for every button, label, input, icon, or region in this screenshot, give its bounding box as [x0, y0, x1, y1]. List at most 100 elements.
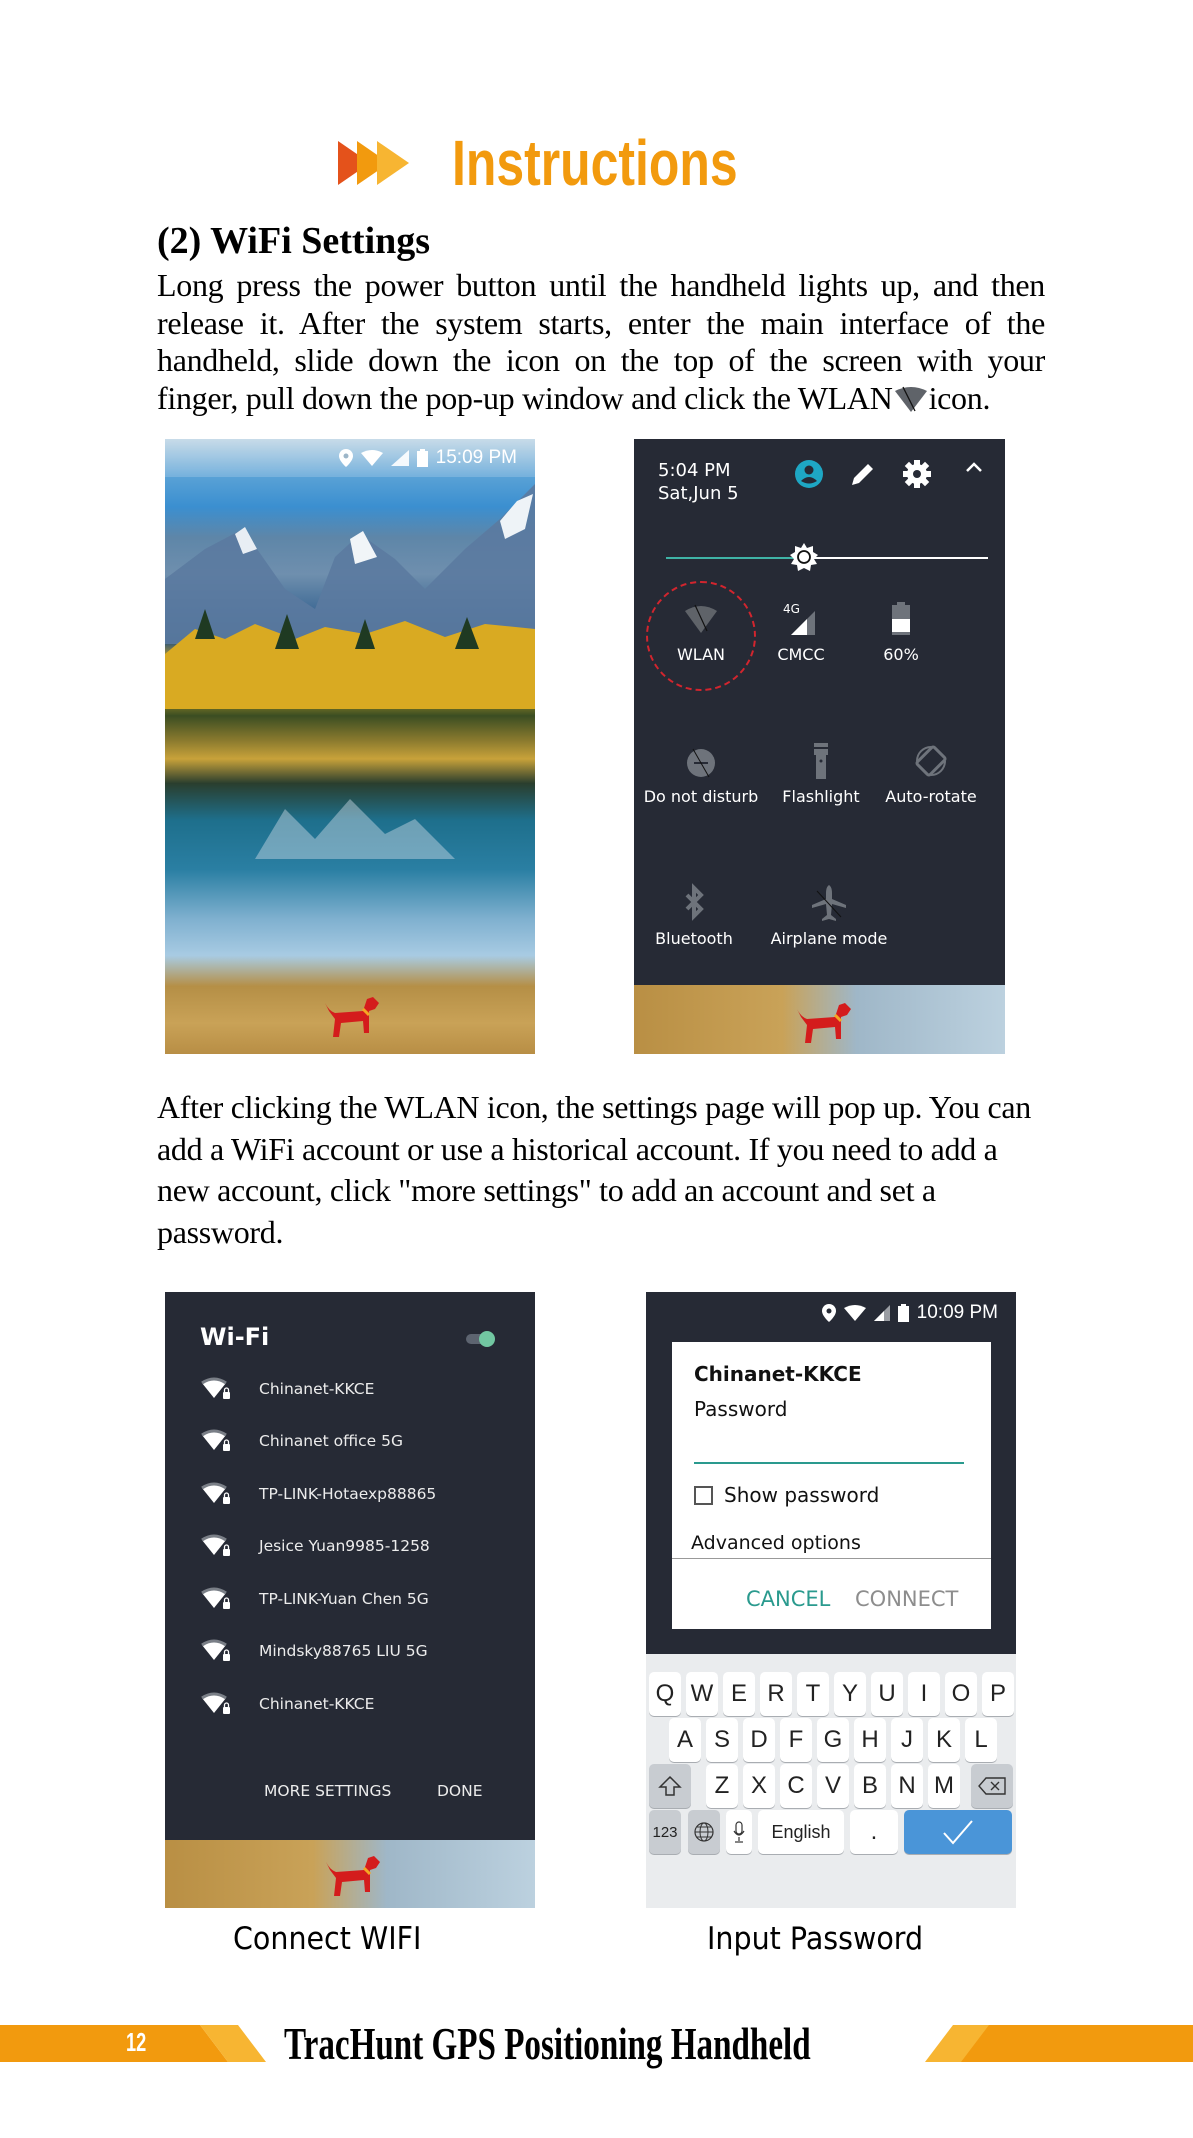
- tile-airplane-mode[interactable]: Airplane mode: [754, 883, 904, 948]
- caption-input-password: Input Password: [707, 1921, 924, 1957]
- mountain-illustration: [165, 484, 535, 859]
- tile-label: Airplane mode: [770, 929, 888, 948]
- signal-4g-icon: 4G: [783, 602, 815, 635]
- wifi-network-item[interactable]: Chinanet-KKCE: [201, 1689, 374, 1719]
- battery-icon: [892, 602, 910, 635]
- quick-settings-panel: 5:04 PM Sat,Jun 5 WLAN 4G CMCC 60% Do no…: [634, 439, 1005, 985]
- wifi-network-item[interactable]: Chinanet office 5G: [201, 1426, 403, 1456]
- password-screen: 10:09 PM Chinanet-KKCE Password Show pas…: [646, 1292, 1016, 1908]
- key-x[interactable]: X: [743, 1764, 775, 1808]
- key-o[interactable]: O: [945, 1672, 977, 1716]
- key-v[interactable]: V: [817, 1764, 849, 1808]
- key-a[interactable]: A: [669, 1718, 701, 1762]
- key-k[interactable]: K: [928, 1718, 960, 1762]
- network-name: TP-LINK-Yuan Chen 5G: [259, 1590, 429, 1608]
- key-h[interactable]: H: [854, 1718, 886, 1762]
- wifi-locked-icon: [201, 1692, 230, 1714]
- wifi-panel: Wi-Fi Chinanet-KKCE Chinanet office 5G TP-…: [165, 1292, 535, 1840]
- key-j[interactable]: J: [891, 1718, 923, 1762]
- tile-battery[interactable]: 60%: [841, 599, 961, 664]
- language-key[interactable]: [688, 1810, 720, 1854]
- key-l[interactable]: L: [965, 1718, 997, 1762]
- tile-label: WLAN: [676, 645, 725, 664]
- dog-logo-icon: [797, 1003, 851, 1043]
- key-f[interactable]: F: [780, 1718, 812, 1762]
- backspace-icon: [978, 1777, 1006, 1795]
- wifi-password-dialog: Chinanet-KKCE Password Show password Adv…: [672, 1342, 991, 1629]
- checkbox-icon[interactable]: [694, 1485, 713, 1505]
- cancel-button[interactable]: CANCEL: [746, 1587, 830, 1611]
- microphone-key[interactable]: [726, 1810, 752, 1854]
- rotate-icon: [915, 745, 947, 777]
- connect-button[interactable]: CONNECT: [855, 1587, 958, 1611]
- user-icon[interactable]: [794, 459, 824, 489]
- key-p[interactable]: P: [982, 1672, 1014, 1716]
- key-n[interactable]: N: [891, 1764, 923, 1808]
- more-settings-button[interactable]: MORE SETTINGS: [264, 1782, 391, 1800]
- wifi-network-item[interactable]: TP-LINK-Yuan Chen 5G: [201, 1584, 429, 1614]
- tile-auto-rotate[interactable]: Auto-rotate: [871, 741, 991, 806]
- password-input[interactable]: [694, 1430, 964, 1460]
- wifi-network-item[interactable]: Mindsky88765 LIU 5G: [201, 1636, 428, 1666]
- wifi-network-item[interactable]: Chinanet-KKCE: [201, 1374, 374, 1404]
- key-z[interactable]: Z: [706, 1764, 738, 1808]
- tile-flashlight[interactable]: Flashlight: [761, 741, 881, 806]
- shift-key[interactable]: [649, 1764, 691, 1808]
- globe-icon: [694, 1822, 714, 1842]
- tile-do-not-disturb[interactable]: Do not disturb: [641, 741, 761, 806]
- wifi-locked-icon: [201, 1534, 230, 1556]
- divider: [672, 1558, 991, 1559]
- brightness-slider[interactable]: [666, 543, 988, 571]
- instruction-paragraph-2: After clicking the WLAN icon, the settin…: [157, 1089, 1031, 1250]
- wifi-list-screenshot: Wi-Fi Chinanet-KKCE Chinanet office 5G TP-…: [165, 1292, 535, 1908]
- space-key[interactable]: English: [758, 1810, 844, 1854]
- dnd-icon: [687, 748, 715, 778]
- settings-icon[interactable]: [902, 459, 932, 489]
- tile-bluetooth[interactable]: Bluetooth: [634, 883, 754, 948]
- key-b[interactable]: B: [854, 1764, 886, 1808]
- key-g[interactable]: G: [817, 1718, 849, 1762]
- password-underline: [694, 1462, 964, 1464]
- key-i[interactable]: I: [908, 1672, 940, 1716]
- key-t[interactable]: T: [797, 1672, 829, 1716]
- tile-label: CMCC: [777, 645, 825, 664]
- dog-logo-icon: [326, 1856, 380, 1896]
- key-s[interactable]: S: [706, 1718, 738, 1762]
- key-u[interactable]: U: [871, 1672, 903, 1716]
- advanced-options-link[interactable]: Advanced options: [691, 1532, 861, 1554]
- wifi-network-item[interactable]: TP-LINK-Hotaexp88865: [201, 1479, 436, 1509]
- caption-connect-wifi: Connect WIFI: [233, 1921, 422, 1957]
- wifi-off-icon: [685, 604, 717, 633]
- wifi-network-item[interactable]: Jesice Yuan9985-1258: [201, 1531, 430, 1561]
- key-m[interactable]: M: [928, 1764, 960, 1808]
- status-time: 10:09 PM: [916, 1302, 998, 1323]
- backspace-key[interactable]: [971, 1764, 1013, 1808]
- key-e[interactable]: E: [723, 1672, 755, 1716]
- battery-icon: [416, 449, 428, 467]
- footer-band-right: [961, 2025, 1193, 2062]
- show-password-checkbox[interactable]: Show password: [694, 1483, 879, 1507]
- battery-icon: [897, 1304, 909, 1322]
- page-title: Instructions: [452, 127, 738, 199]
- collapse-icon[interactable]: [959, 453, 989, 483]
- key-r[interactable]: R: [760, 1672, 792, 1716]
- done-key[interactable]: [904, 1810, 1012, 1854]
- key-y[interactable]: Y: [834, 1672, 866, 1716]
- key-w[interactable]: W: [686, 1672, 718, 1716]
- brightness-icon[interactable]: [789, 542, 819, 572]
- period-key[interactable]: .: [850, 1810, 898, 1854]
- wifi-toggle[interactable]: [466, 1331, 495, 1347]
- tile-label: Auto-rotate: [885, 787, 977, 806]
- checkmark-icon: [943, 1820, 973, 1845]
- bluetooth-icon: [685, 883, 704, 921]
- edit-icon[interactable]: [848, 459, 878, 489]
- network-name: Chinanet-KKCE: [259, 1380, 375, 1398]
- wifi-locked-icon: [201, 1639, 230, 1661]
- numbers-key[interactable]: 123: [649, 1810, 681, 1854]
- key-d[interactable]: D: [743, 1718, 775, 1762]
- key-c[interactable]: C: [780, 1764, 812, 1808]
- key-q[interactable]: Q: [649, 1672, 681, 1716]
- brightness-fill: [666, 557, 805, 559]
- done-button[interactable]: DONE: [437, 1782, 483, 1800]
- tile-label: Flashlight: [782, 787, 860, 806]
